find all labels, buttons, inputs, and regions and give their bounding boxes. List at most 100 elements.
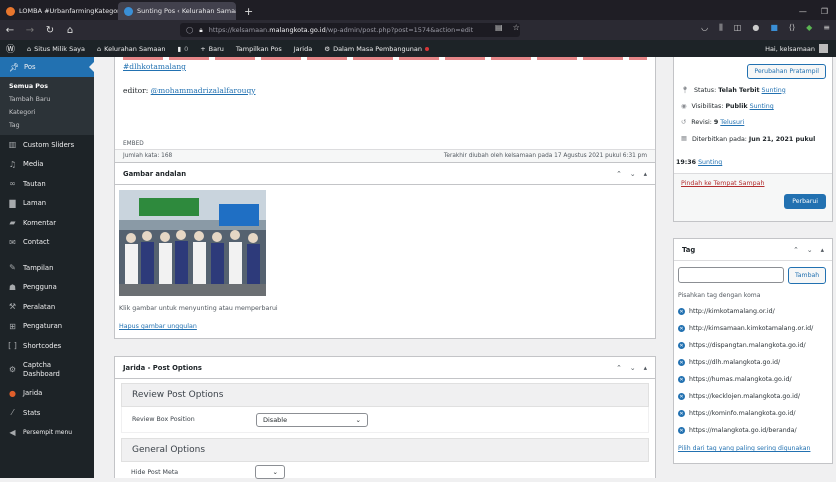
browse-revisions-link[interactable]: Telusuri [720,119,744,126]
reader-icon[interactable]: ▤ [495,23,503,32]
remove-tag-icon[interactable]: ✕ [678,427,685,434]
editor-handle-link[interactable]: @mohammadrizalalfarouqy [151,86,256,95]
stats-icon: ⁄ [11,408,14,418]
submenu-add-new[interactable]: Tambah Baru [0,93,94,106]
home-icon[interactable]: ⌂ [60,25,80,36]
gear-icon: ⚙ [8,365,17,374]
remove-tag-icon[interactable]: ✕ [678,410,685,417]
sidebar-item-links[interactable]: ∞ Tautan [0,174,94,194]
brush-icon: ✎ [9,263,16,273]
gear-icon: ⚙ [324,44,331,53]
jarida-options-header: Jarida - Post Options ⌃ ⌄ ▴ [115,357,655,379]
jarida-link[interactable]: Jarida [288,45,319,53]
edit-visibility-link[interactable]: Sunting [750,103,774,110]
submenu-categories[interactable]: Kategori [0,106,94,119]
bookmark-star-icon[interactable]: ☆ [513,23,520,32]
extension-blue-icon[interactable]: ■ [770,23,778,33]
sidebar-item-label: Persempit menu [23,428,73,436]
reload-icon[interactable]: ↻ [40,25,60,36]
tag-label: https://dispangtan.malangkota.go.id/ [689,342,806,349]
library-icon[interactable]: ⫼ [719,23,723,33]
pocket-icon[interactable]: ◡ [701,23,708,33]
remove-tag-icon[interactable]: ✕ [678,308,685,315]
sidebar-item-tools[interactable]: ⚒ Peralatan [0,297,94,317]
comment-icon: ▮ [177,44,182,53]
browser-tab-bar: LOMBA #UrbanfarmingKategori ✕ Sunting Po… [0,0,836,20]
sidebar-item-shortcodes[interactable]: [ ] Shortcodes [0,336,94,356]
sidebar-item-appearance[interactable]: ✎ Tampilan [0,258,94,278]
sidebar-item-contact[interactable]: ✉ Contact [0,233,94,253]
sidebar-icon[interactable]: ◫ [734,23,742,33]
comments-link[interactable]: ▮ 0 [172,45,195,53]
new-tag-input[interactable] [678,267,784,283]
sidebar-item-captcha[interactable]: ⚙ Captcha Dashboard [0,356,94,384]
review-box-select[interactable]: Disable ⌄ [256,412,368,427]
sidebar-item-posts[interactable]: 📌︎ Pos [0,57,94,77]
remove-featured-image-link[interactable]: Hapus gambar unggulan [119,323,197,330]
url-actions: ▤ ☆ [495,23,520,32]
account-menu[interactable]: Hai, kelsamaan [765,44,836,53]
site-home-link[interactable]: ⌂ Kelurahan Samaan [91,45,171,53]
plus-icon: + [200,44,206,53]
sidebar-collapse-menu[interactable]: ◀ Persempit menu [0,423,94,443]
devtools-icon[interactable]: ⟨⟩ [789,23,795,33]
sidebar-item-label: Jarida [23,389,43,398]
minimize-icon[interactable]: — [799,7,807,16]
remove-tag-icon[interactable]: ✕ [678,325,685,332]
sidebar-item-users[interactable]: ☗ Pengguna [0,278,94,298]
submenu-all-posts[interactable]: Semua Pos [0,80,94,93]
remove-tag-icon[interactable]: ✕ [678,342,685,349]
extension-icon[interactable]: ● [752,23,759,33]
popular-tags-link[interactable]: Pilih dari tag yang paling sering diguna… [674,439,832,458]
toggle-panel-icon[interactable]: ▴ [644,364,647,372]
published-prefix: Diterbitkan pada: [691,136,749,143]
featured-image-thumbnail[interactable] [119,190,266,296]
sidebar-item-stats[interactable]: ⁄ Stats [0,403,94,423]
sidebar-item-settings[interactable]: ⊞ Pengaturan [0,317,94,337]
back-icon[interactable]: ← [0,25,20,36]
submenu-tags[interactable]: Tag [0,119,94,132]
sidebar-item-label: Pos [24,63,36,71]
edit-status-link[interactable]: Sunting [762,87,786,94]
hide-meta-select[interactable]: ⌄ [255,465,285,479]
add-tag-button[interactable]: Tambah [788,267,827,284]
status-dot-icon [424,46,429,51]
chevron-down-icon[interactable]: ⌄ [630,364,636,372]
my-sites-link[interactable]: ⌂ Situs Milik Saya [21,45,91,53]
move-to-trash-link[interactable]: Pindah ke Tempat Sampah [681,180,765,187]
browser-tab-active[interactable]: Sunting Pos ‹ Kelurahan Samaan ✕ [118,2,236,20]
url-bar[interactable]: ◯ 🔒︎ https://kelsamaan.malangkota.go.id/… [180,23,520,37]
remove-tag-icon[interactable]: ✕ [678,393,685,400]
edit-date-link[interactable]: Sunting [698,159,722,166]
chevron-down-icon[interactable]: ⌄ [630,170,636,178]
new-content-link[interactable]: + Baru [194,45,230,53]
tag-item: ✕ https://dispangtan.malangkota.go.id/ [678,337,828,354]
wp-logo-icon[interactable]: Ⓦ [0,42,21,55]
forward-icon[interactable]: → [20,25,40,36]
review-box-label: Review Box Position [132,416,195,423]
chevron-up-icon[interactable]: ⌃ [616,170,622,178]
browser-tab[interactable]: LOMBA #UrbanfarmingKategori ✕ [0,2,118,20]
maintenance-link[interactable]: ⚙ Dalam Masa Pembangunan [318,45,435,53]
toggle-panel-icon[interactable]: ▴ [644,170,647,178]
chevron-up-icon[interactable]: ⌃ [616,364,622,372]
update-button[interactable]: Perbarui [784,194,826,209]
sidebar-item-comments[interactable]: ▰ Komentar [0,213,94,233]
view-post-link[interactable]: Tampilkan Pos [230,45,288,53]
sidebar-item-custom-sliders[interactable]: ▥ Custom Sliders [0,135,94,155]
sidebar-item-jarida[interactable]: ● Jarida [0,384,94,404]
maximize-icon[interactable]: ❐ [821,7,828,16]
chevron-up-icon[interactable]: ⌃ [793,246,799,254]
remove-tag-icon[interactable]: ✕ [678,376,685,383]
sidebar-item-pages[interactable]: ▇ Laman [0,194,94,214]
new-tab-button[interactable]: + [236,2,261,20]
extension-green-icon[interactable]: ◆ [806,23,812,33]
preview-changes-button[interactable]: Perubahan Pratampil [747,64,826,79]
remove-tag-icon[interactable]: ✕ [678,359,685,366]
toggle-panel-icon[interactable]: ▴ [821,246,824,254]
chevron-down-icon[interactable]: ⌄ [807,246,813,254]
wrench-icon: ⚒ [8,302,17,312]
menu-icon[interactable]: ≡ [823,23,830,33]
hashtag-link[interactable]: #dlhkotamalang [115,60,655,73]
sidebar-item-media[interactable]: ♫ Media [0,155,94,175]
